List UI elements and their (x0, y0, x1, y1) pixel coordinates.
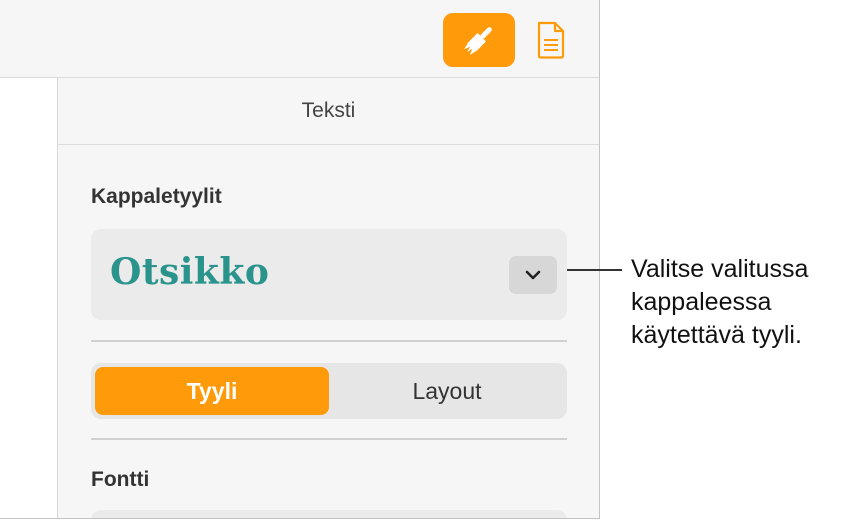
selected-style-name: Otsikko (110, 251, 270, 293)
paragraph-style-dropdown[interactable]: Otsikko (91, 229, 567, 320)
format-button[interactable] (443, 13, 515, 67)
tab-text-label: Teksti (301, 99, 356, 122)
document-icon (537, 21, 565, 59)
format-sidebar: Teksti Kappaletyylit Otsikko Tyyli Layou… (58, 78, 599, 518)
font-dropdown[interactable] (91, 510, 567, 518)
toolbar (0, 0, 599, 78)
app-window: Teksti Kappaletyylit Otsikko Tyyli Layou… (0, 0, 600, 519)
paintbrush-icon (464, 27, 492, 55)
callout-line-2: kappaleessa (631, 288, 772, 316)
font-label: Fontti (91, 468, 150, 491)
document-canvas (0, 78, 58, 518)
paragraph-styles-label: Kappaletyylit (91, 185, 222, 208)
callout-line-3: käytettävä tyyli. (631, 321, 802, 349)
chevron-down-icon (525, 270, 541, 280)
callout-leader-line (567, 269, 622, 271)
tab-text[interactable]: Teksti (58, 78, 599, 145)
document-button[interactable] (533, 18, 569, 62)
segment-style[interactable]: Tyyli (95, 367, 329, 415)
divider (91, 438, 567, 440)
callout-line-1: Valitse valitussa (631, 255, 809, 283)
style-menu-button[interactable] (509, 256, 557, 294)
style-layout-segmented-control: Tyyli Layout (91, 363, 567, 419)
segment-layout[interactable]: Layout (331, 367, 563, 415)
divider (91, 340, 567, 342)
callout-text: Valitse valitussa kappaleessa käytettävä… (631, 253, 851, 352)
